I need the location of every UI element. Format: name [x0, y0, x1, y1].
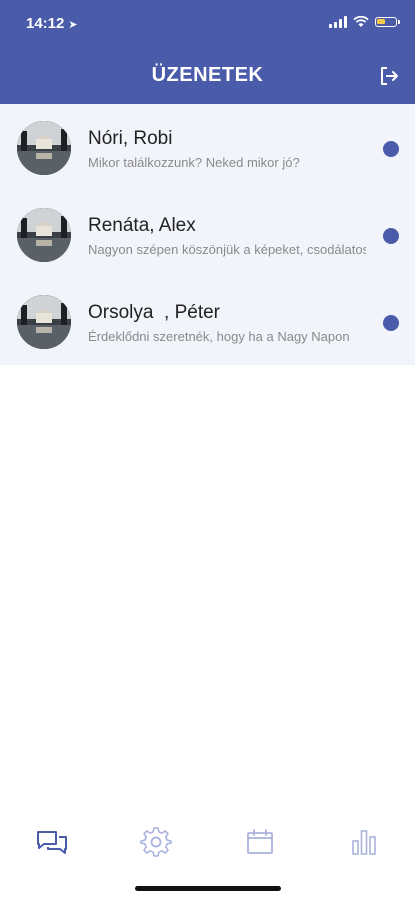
conversation-name: Orsolya , Péter: [88, 302, 220, 323]
status-time: 14:12 ➤: [26, 15, 78, 32]
bar-chart-icon: [352, 830, 376, 855]
unread-indicator: [383, 315, 399, 331]
avatar: [17, 121, 71, 175]
unread-indicator: [383, 228, 399, 244]
conversation-preview: Nagyon szépen köszönjük a képeket, csodá…: [88, 242, 366, 257]
gear-icon: [140, 827, 172, 857]
calendar-icon: [247, 829, 273, 854]
avatar: [17, 295, 71, 349]
conversation-list: Nóri, Robi Mikor találkozzunk? Neked mik…: [0, 104, 415, 365]
tab-statistics[interactable]: [346, 824, 382, 860]
conversation-name: Nóri, Robi: [88, 128, 173, 149]
home-indicator: [135, 886, 281, 891]
app-header: 14:12 ➤ ÜZENETEK: [0, 0, 415, 104]
cellular-signal-icon: [329, 16, 347, 28]
conversation-name: Renáta, Alex: [88, 215, 196, 236]
logout-icon: [381, 67, 398, 85]
conversation-preview: Érdeklődni szeretnék, hogy ha a Nagy Nap…: [88, 329, 350, 344]
conversation-row[interactable]: Renáta, Alex Nagyon szépen köszönjük a k…: [0, 191, 415, 278]
tab-settings[interactable]: [138, 824, 174, 860]
tab-messages[interactable]: [34, 824, 70, 860]
chat-icon: [37, 831, 67, 854]
conversation-row[interactable]: Nóri, Robi Mikor találkozzunk? Neked mik…: [0, 104, 415, 191]
tab-calendar[interactable]: [242, 824, 278, 860]
wifi-icon: [353, 16, 369, 27]
location-arrow-icon: ➤: [68, 19, 78, 31]
logout-button[interactable]: [375, 62, 403, 90]
status-time-text: 14:12: [26, 15, 65, 32]
battery-icon: [375, 17, 400, 27]
page-title: ÜZENETEK: [151, 64, 264, 86]
avatar: [17, 208, 71, 262]
unread-indicator: [383, 141, 399, 157]
conversation-preview: Mikor találkozzunk? Neked mikor jó?: [88, 155, 300, 170]
conversation-row[interactable]: Orsolya , Péter Érdeklődni szeretnék, ho…: [0, 278, 415, 365]
status-indicators: [329, 16, 400, 28]
